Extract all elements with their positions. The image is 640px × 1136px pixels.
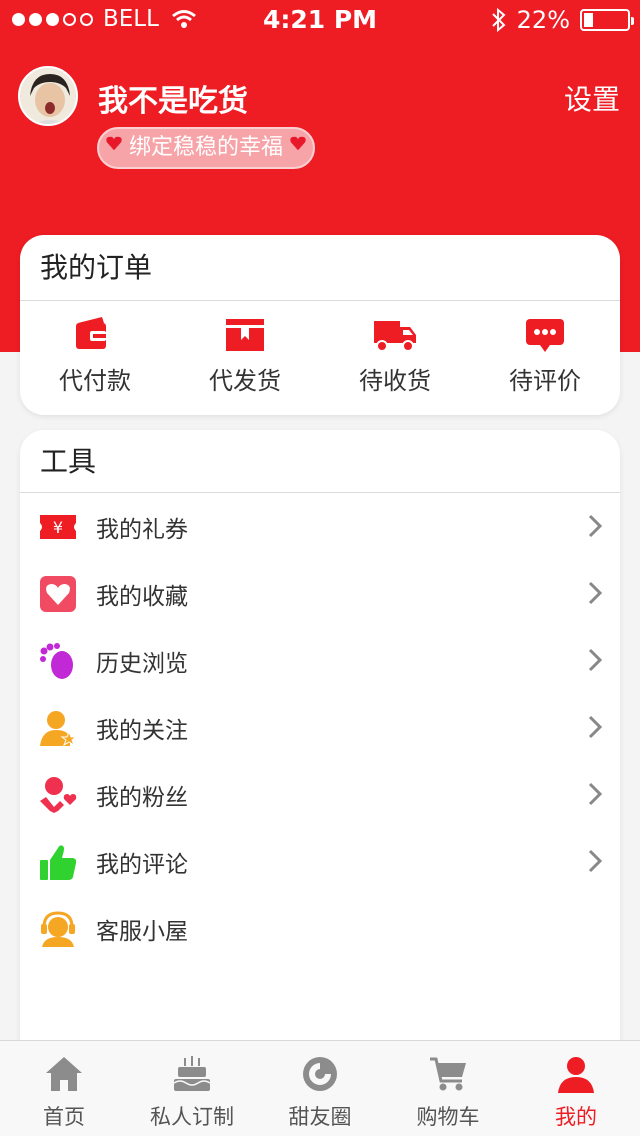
tools-card: 工具 ¥ 我的礼券 我的收藏 历史浏览 我的关注 我的粉丝 我的评论 客服小屋 (20, 430, 620, 1050)
package-icon (226, 319, 264, 351)
footprint-icon (40, 642, 73, 679)
customer-service-icon (41, 910, 75, 947)
order-label: 代发货 (209, 367, 281, 395)
bind-label: 绑定稳稳的幸福 (128, 135, 283, 160)
heart-icon (290, 136, 306, 151)
tab-friends-circle[interactable]: 甜友圈 (256, 1041, 384, 1136)
user-icon (558, 1057, 594, 1093)
tool-item-comments[interactable]: 我的评论 (20, 828, 620, 895)
tool-label: 我的评论 (96, 851, 188, 878)
tab-label: 私人订制 (150, 1105, 234, 1129)
circle-icon (303, 1057, 337, 1091)
cart-icon (430, 1057, 466, 1091)
tool-label: 我的关注 (96, 717, 188, 744)
coupon-icon: ¥ (40, 514, 76, 539)
order-label: 待评价 (509, 367, 581, 395)
chevron-right-icon (588, 514, 603, 538)
heart-icon (40, 575, 76, 612)
order-pending-shipment[interactable]: 代发货 (170, 315, 320, 396)
orders-card: 我的订单 代付款 代发货 待收货 待评价 (20, 235, 620, 415)
order-pending-receipt[interactable]: 待收货 (320, 315, 470, 396)
bind-button[interactable]: 绑定稳稳的幸福 (97, 127, 315, 169)
truck-icon (374, 321, 416, 352)
battery-fill (584, 13, 593, 27)
chevron-right-icon (588, 849, 603, 873)
bluetooth-icon (491, 7, 506, 33)
tab-label: 甜友圈 (288, 1105, 352, 1129)
chevron-right-icon (588, 782, 603, 806)
fans-icon (40, 776, 77, 813)
tab-cart[interactable]: 购物车 (384, 1041, 512, 1136)
tool-label: 我的粉丝 (96, 784, 188, 811)
tool-label: 历史浏览 (96, 650, 188, 677)
username: 我不是吃货 (98, 84, 248, 119)
order-pending-review[interactable]: 待评价 (470, 315, 620, 396)
tool-item-following[interactable]: 我的关注 (20, 694, 620, 761)
avatar[interactable] (18, 66, 78, 126)
tool-item-history[interactable]: 历史浏览 (20, 627, 620, 694)
tool-label: 客服小屋 (96, 918, 188, 945)
tab-profile[interactable]: 我的 (512, 1041, 640, 1136)
svg-text:¥: ¥ (53, 518, 63, 537)
tool-item-customer-service[interactable]: 客服小屋 (20, 895, 620, 962)
battery-icon (580, 9, 634, 31)
home-icon (46, 1057, 82, 1091)
tool-item-fans[interactable]: 我的粉丝 (20, 761, 620, 828)
chevron-right-icon (588, 581, 603, 605)
tab-bar: 首页 私人订制 甜友圈 购物车 我的 (0, 1040, 640, 1136)
battery-percent: 22% (516, 6, 570, 34)
tool-item-coupons[interactable]: ¥ 我的礼券 (20, 493, 620, 560)
follow-icon (40, 710, 78, 746)
chevron-right-icon (588, 648, 603, 672)
tools-title: 工具 (20, 430, 620, 493)
wallet-icon (76, 317, 106, 349)
tab-custom[interactable]: 私人订制 (128, 1041, 256, 1136)
tab-home[interactable]: 首页 (0, 1041, 128, 1136)
order-label: 待收货 (359, 367, 431, 395)
chevron-right-icon (588, 715, 603, 739)
tool-item-favorites[interactable]: 我的收藏 (20, 560, 620, 627)
cake-icon (173, 1056, 211, 1091)
tab-label: 购物车 (416, 1105, 480, 1129)
order-label: 代付款 (59, 367, 131, 395)
tab-label: 我的 (555, 1105, 597, 1129)
tool-label: 我的礼券 (96, 516, 188, 543)
thumbs-up-icon (40, 844, 77, 880)
order-pending-payment[interactable]: 代付款 (20, 315, 170, 396)
settings-button[interactable]: 设置 (564, 78, 620, 118)
orders-title: 我的订单 (20, 235, 620, 301)
comment-icon (526, 319, 564, 352)
status-bar: BELL 4:21 PM 22% (0, 0, 640, 40)
tab-label: 首页 (43, 1105, 85, 1129)
heart-icon (106, 136, 122, 151)
tool-label: 我的收藏 (96, 583, 188, 610)
